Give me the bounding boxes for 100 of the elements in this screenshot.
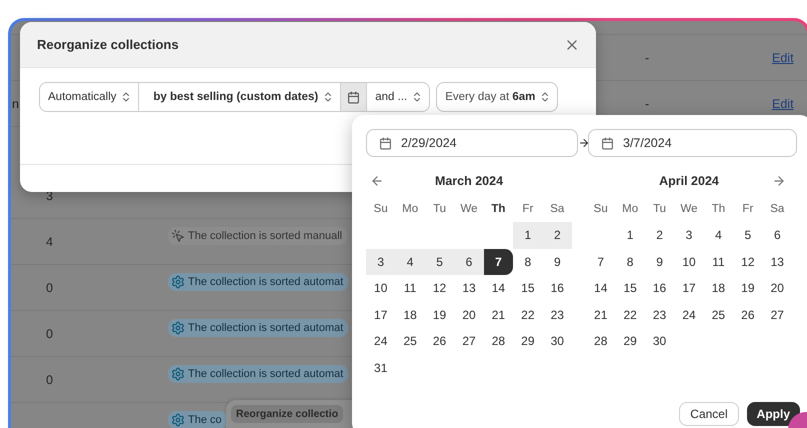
calendar-day[interactable]: 31 — [366, 354, 396, 381]
pointer-click-icon — [171, 229, 185, 243]
weekday-label: We — [679, 202, 699, 216]
calendar-icon — [601, 136, 614, 150]
gear-icon — [171, 321, 185, 335]
calendar-button[interactable] — [340, 83, 366, 111]
calendar-day[interactable]: 10 — [366, 275, 396, 302]
start-date-field[interactable]: 2/29/2024 — [366, 129, 578, 157]
calendar-day[interactable]: 30 — [644, 328, 674, 354]
calendar-day[interactable]: 7 — [484, 248, 514, 275]
gear-icon — [171, 367, 185, 381]
calendar-day[interactable]: 15 — [615, 275, 645, 302]
calendar-day[interactable]: 29 — [513, 328, 543, 354]
calendar-day[interactable]: 25 — [395, 328, 425, 354]
calendar-day[interactable]: 22 — [615, 302, 645, 328]
calendar-day[interactable]: 14 — [484, 275, 514, 302]
calendar-day[interactable]: 3 — [674, 222, 704, 248]
calendar-day[interactable]: 2 — [542, 222, 572, 248]
calendar-day[interactable]: 16 — [644, 275, 674, 302]
calendar-day[interactable]: 9 — [542, 248, 572, 275]
calendar-day[interactable]: 8 — [513, 248, 543, 275]
count-cell: 4 — [46, 234, 53, 248]
calendar-day[interactable]: 1 — [513, 222, 543, 248]
calendar-day[interactable]: 15 — [513, 275, 543, 302]
apply-button[interactable]: Apply — [746, 402, 800, 426]
calendar-day[interactable]: 4 — [395, 248, 425, 275]
calendar-day[interactable]: 28 — [484, 328, 514, 354]
count-cell: 0 — [46, 280, 53, 294]
calendar-day[interactable]: 26 — [424, 328, 454, 354]
calendar-day[interactable]: 20 — [454, 302, 484, 328]
weekday-label: Th — [710, 202, 726, 216]
end-date-field[interactable]: 3/7/2024 — [588, 129, 797, 157]
calendar-day[interactable]: 25 — [704, 302, 734, 328]
calendar-day[interactable]: 27 — [762, 302, 792, 328]
cancel-button[interactable]: Cancel — [679, 402, 739, 426]
calendar-day[interactable]: 9 — [644, 248, 674, 275]
weekday-label: Th — [490, 202, 506, 216]
status-text: The collection is sorted automat — [188, 276, 344, 288]
calendar-day[interactable]: 17 — [366, 302, 396, 328]
calendar-day[interactable]: 24 — [366, 328, 396, 354]
calendar-day[interactable]: 1 — [615, 222, 645, 248]
weekday-label: We — [459, 202, 479, 216]
gear-icon — [171, 413, 185, 427]
weekday-label: Fr — [521, 202, 534, 216]
calendar-icon — [379, 136, 392, 150]
calendar-day[interactable]: 22 — [513, 302, 543, 328]
schedule-select[interactable]: Every day at 6am — [436, 82, 558, 112]
calendar-day[interactable]: 6 — [454, 248, 484, 275]
calendar-day[interactable]: 21 — [484, 302, 514, 328]
count-cell: 0 — [46, 326, 53, 340]
calendar-day[interactable]: 23 — [542, 302, 572, 328]
calendar-day[interactable]: 13 — [762, 248, 792, 275]
calendar-day[interactable]: 14 — [586, 275, 616, 302]
weekday-label: Fr — [741, 202, 754, 216]
weekday-label: Sa — [769, 202, 786, 216]
count-cell: 0 — [46, 372, 53, 386]
calendar-day[interactable]: 26 — [733, 302, 763, 328]
weekday-label: Su — [592, 202, 609, 216]
table-cell-text: - — [645, 96, 650, 110]
calendar-day[interactable]: 5 — [733, 222, 763, 248]
calendar-day[interactable]: 6 — [762, 222, 792, 248]
weekday-label: Mo — [621, 202, 640, 216]
calendar-day[interactable]: 4 — [704, 222, 734, 248]
sort-select[interactable]: and ... — [366, 83, 430, 111]
calendar-day[interactable]: 11 — [395, 275, 425, 302]
calendar-day[interactable]: 23 — [644, 302, 674, 328]
calendar-day[interactable]: 7 — [586, 248, 616, 275]
weekday-label: Tu — [652, 202, 668, 216]
calendar-day[interactable]: 2 — [644, 222, 674, 248]
calendar-day[interactable]: 21 — [586, 302, 616, 328]
calendar-day[interactable]: 3 — [366, 248, 396, 275]
calendar-day[interactable]: 5 — [424, 248, 454, 275]
calendar-day[interactable]: 8 — [615, 248, 645, 275]
status-text: The collection is sorted manuall — [188, 230, 342, 242]
calendar-day[interactable]: 30 — [542, 328, 572, 354]
calendar-day[interactable]: 19 — [424, 302, 454, 328]
status-text: The collection is sorted automat — [188, 368, 344, 380]
month-title: April 2024 — [659, 174, 719, 188]
month-title: March 2024 — [434, 174, 504, 188]
calendar-day[interactable]: 18 — [395, 302, 425, 328]
calendar-day[interactable]: 20 — [762, 275, 792, 302]
calendar-day[interactable]: 28 — [586, 328, 616, 354]
calendar-day[interactable]: 27 — [454, 328, 484, 354]
calendar-day[interactable]: 17 — [674, 275, 704, 302]
modal-title: Reorganize collections — [37, 37, 179, 52]
calendar-day[interactable]: 13 — [454, 275, 484, 302]
calendar-day[interactable]: 18 — [704, 275, 734, 302]
calendar-day[interactable]: 12 — [424, 275, 454, 302]
status-text: The co — [188, 414, 222, 426]
calendar-day[interactable]: 10 — [674, 248, 704, 275]
calendar-day[interactable]: 19 — [733, 275, 763, 302]
calendar-icon — [347, 90, 360, 104]
calendar-day[interactable]: 11 — [704, 248, 734, 275]
calendar-day[interactable]: 12 — [733, 248, 763, 275]
calendar-day[interactable]: 24 — [674, 302, 704, 328]
calendar-day[interactable]: 29 — [615, 328, 645, 354]
arrow-right-icon — [578, 137, 590, 149]
calendar-day[interactable]: 16 — [542, 275, 572, 302]
gear-icon — [171, 275, 185, 289]
weekday-label: Tu — [432, 202, 448, 216]
